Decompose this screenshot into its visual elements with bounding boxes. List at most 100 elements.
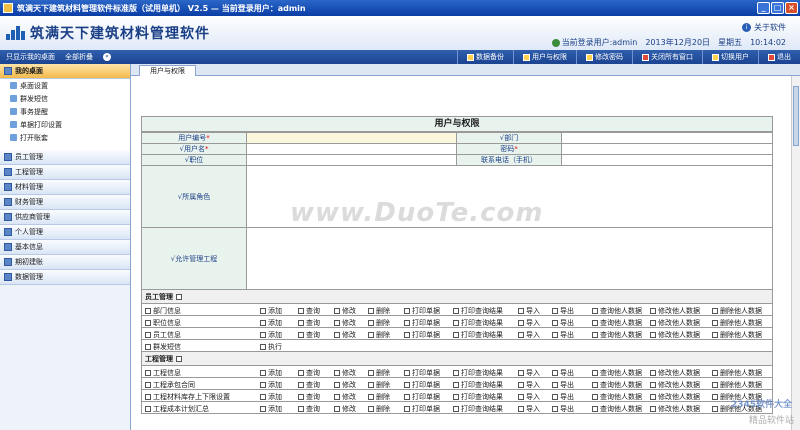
phone-input[interactable]: [561, 154, 773, 166]
permission-checkbox[interactable]: 导入: [518, 368, 540, 378]
permission-checkbox[interactable]: 导入: [518, 318, 540, 328]
row-checkbox[interactable]: [145, 320, 151, 326]
username-input[interactable]: [246, 143, 457, 155]
permission-checkbox[interactable]: 查询: [298, 330, 320, 340]
permission-row-name[interactable]: 员工信息: [145, 330, 181, 340]
permission-row-name[interactable]: 职位信息: [145, 318, 181, 328]
permission-checkbox[interactable]: 查询他人数据: [592, 318, 642, 328]
tab-user-permissions[interactable]: 用户与权限: [139, 65, 196, 76]
permission-checkbox[interactable]: 导入: [518, 330, 540, 340]
permission-checkbox[interactable]: 删除: [368, 318, 390, 328]
sidebar-item-print-settings[interactable]: 单据打印设置: [0, 118, 130, 131]
permission-checkbox[interactable]: 添加: [260, 318, 282, 328]
permission-checkbox[interactable]: 删除他人数据: [712, 330, 762, 340]
permission-checkbox[interactable]: 修改他人数据: [650, 392, 700, 402]
collapse-arrow-icon[interactable]: «: [103, 53, 111, 61]
permission-checkbox[interactable]: 删除: [368, 368, 390, 378]
permission-checkbox[interactable]: 打印查询结果: [453, 368, 503, 378]
permission-checkbox[interactable]: 导出: [552, 404, 574, 414]
permission-checkbox[interactable]: 修改: [334, 404, 356, 414]
permission-checkbox[interactable]: 打印单据: [404, 318, 440, 328]
permission-row-name[interactable]: 工程信息: [145, 368, 181, 378]
permission-checkbox[interactable]: 导入: [518, 380, 540, 390]
permission-checkbox[interactable]: 导入: [518, 404, 540, 414]
permission-checkbox[interactable]: 删除: [368, 306, 390, 316]
permission-checkbox[interactable]: 删除: [368, 404, 390, 414]
maximize-button[interactable]: □: [771, 2, 784, 14]
permission-checkbox[interactable]: 删除: [368, 330, 390, 340]
permission-checkbox[interactable]: 打印查询结果: [453, 330, 503, 340]
sidebar-item-bulk-sms[interactable]: 群发短信: [0, 92, 130, 105]
permission-checkbox[interactable]: 查询: [298, 306, 320, 316]
scrollbar-thumb[interactable]: [793, 86, 799, 146]
row-checkbox[interactable]: [145, 394, 151, 400]
execute-checkbox[interactable]: 执行: [260, 342, 282, 352]
row-checkbox[interactable]: [145, 406, 151, 412]
permission-checkbox[interactable]: 导出: [552, 306, 574, 316]
sidebar-item-open-account[interactable]: 打开账套: [0, 131, 130, 144]
permission-checkbox[interactable]: 打印单据: [404, 368, 440, 378]
permission-checkbox[interactable]: 打印单据: [404, 306, 440, 316]
permission-checkbox[interactable]: 添加: [260, 404, 282, 414]
permission-checkbox[interactable]: 修改他人数据: [650, 330, 700, 340]
permission-checkbox[interactable]: 打印单据: [404, 380, 440, 390]
permission-checkbox[interactable]: 修改: [334, 380, 356, 390]
group-select-all-checkbox[interactable]: [176, 293, 182, 300]
user-no-input[interactable]: [246, 132, 457, 144]
row-checkbox[interactable]: [145, 344, 151, 350]
permission-checkbox[interactable]: 修改: [334, 306, 356, 316]
password-input[interactable]: [561, 143, 773, 155]
permission-checkbox[interactable]: 删除: [368, 392, 390, 402]
permission-row-name[interactable]: 工程材料库存上下限设置: [145, 392, 230, 402]
permission-checkbox[interactable]: 导出: [552, 368, 574, 378]
sidebar-group-staff[interactable]: 员工管理: [0, 150, 130, 165]
permission-checkbox[interactable]: 查询: [298, 404, 320, 414]
permission-checkbox[interactable]: 查询他人数据: [592, 380, 642, 390]
sidebar-group-personal[interactable]: 个人管理: [0, 225, 130, 240]
permission-checkbox[interactable]: 删除他人数据: [712, 318, 762, 328]
allowed-projects-list[interactable]: [246, 227, 773, 290]
permission-checkbox[interactable]: 查询他人数据: [592, 368, 642, 378]
user-permissions-button[interactable]: 用户与权限: [513, 50, 576, 64]
sidebar-group-suppliers[interactable]: 供应商管理: [0, 210, 130, 225]
permission-row-name[interactable]: 工程成本计划汇总: [145, 404, 209, 414]
permission-checkbox[interactable]: 修改他人数据: [650, 318, 700, 328]
data-backup-button[interactable]: 数据备份: [457, 50, 513, 64]
permission-checkbox[interactable]: 查询: [298, 380, 320, 390]
permission-checkbox[interactable]: 打印单据: [404, 404, 440, 414]
close-window-button[interactable]: ×: [785, 2, 798, 14]
permission-checkbox[interactable]: 添加: [260, 306, 282, 316]
permission-checkbox[interactable]: 修改: [334, 318, 356, 328]
permission-checkbox[interactable]: 修改他人数据: [650, 380, 700, 390]
row-checkbox[interactable]: [145, 332, 151, 338]
permission-row-name[interactable]: 群发短信: [145, 342, 181, 352]
permission-checkbox[interactable]: 打印单据: [404, 330, 440, 340]
sidebar-group-data[interactable]: 数据管理: [0, 270, 130, 285]
permission-checkbox[interactable]: 修改: [334, 368, 356, 378]
permission-checkbox[interactable]: 修改他人数据: [650, 404, 700, 414]
permission-checkbox[interactable]: 添加: [260, 368, 282, 378]
permission-checkbox[interactable]: 修改他人数据: [650, 306, 700, 316]
permission-checkbox[interactable]: 查询: [298, 318, 320, 328]
sidebar-group-desktop[interactable]: 我的桌面: [0, 64, 130, 79]
collapse-all-button[interactable]: 全部折叠: [65, 52, 93, 62]
sidebar-group-basic-info[interactable]: 基本信息: [0, 240, 130, 255]
vertical-scrollbar[interactable]: [791, 76, 800, 430]
permission-checkbox[interactable]: 查询他人数据: [592, 404, 642, 414]
change-password-button[interactable]: 修改密码: [576, 50, 632, 64]
permission-checkbox[interactable]: 修改: [334, 330, 356, 340]
permission-row-name[interactable]: 部门信息: [145, 306, 181, 316]
exit-button[interactable]: 退出: [758, 50, 800, 64]
switch-user-button[interactable]: 切换用户: [702, 50, 758, 64]
permission-checkbox[interactable]: 导入: [518, 306, 540, 316]
permission-checkbox[interactable]: 打印查询结果: [453, 392, 503, 402]
permission-checkbox[interactable]: 导出: [552, 318, 574, 328]
permission-checkbox[interactable]: 打印查询结果: [453, 380, 503, 390]
permission-checkbox[interactable]: 删除他人数据: [712, 306, 762, 316]
sidebar-item-reminders[interactable]: 事务提醒: [0, 105, 130, 118]
about-link[interactable]: i 关于软件: [742, 22, 786, 33]
position-input[interactable]: [246, 154, 457, 166]
show-desktop-only-button[interactable]: 只显示我的桌面: [6, 52, 55, 62]
permission-checkbox[interactable]: 删除他人数据: [712, 368, 762, 378]
department-select[interactable]: [561, 132, 773, 144]
